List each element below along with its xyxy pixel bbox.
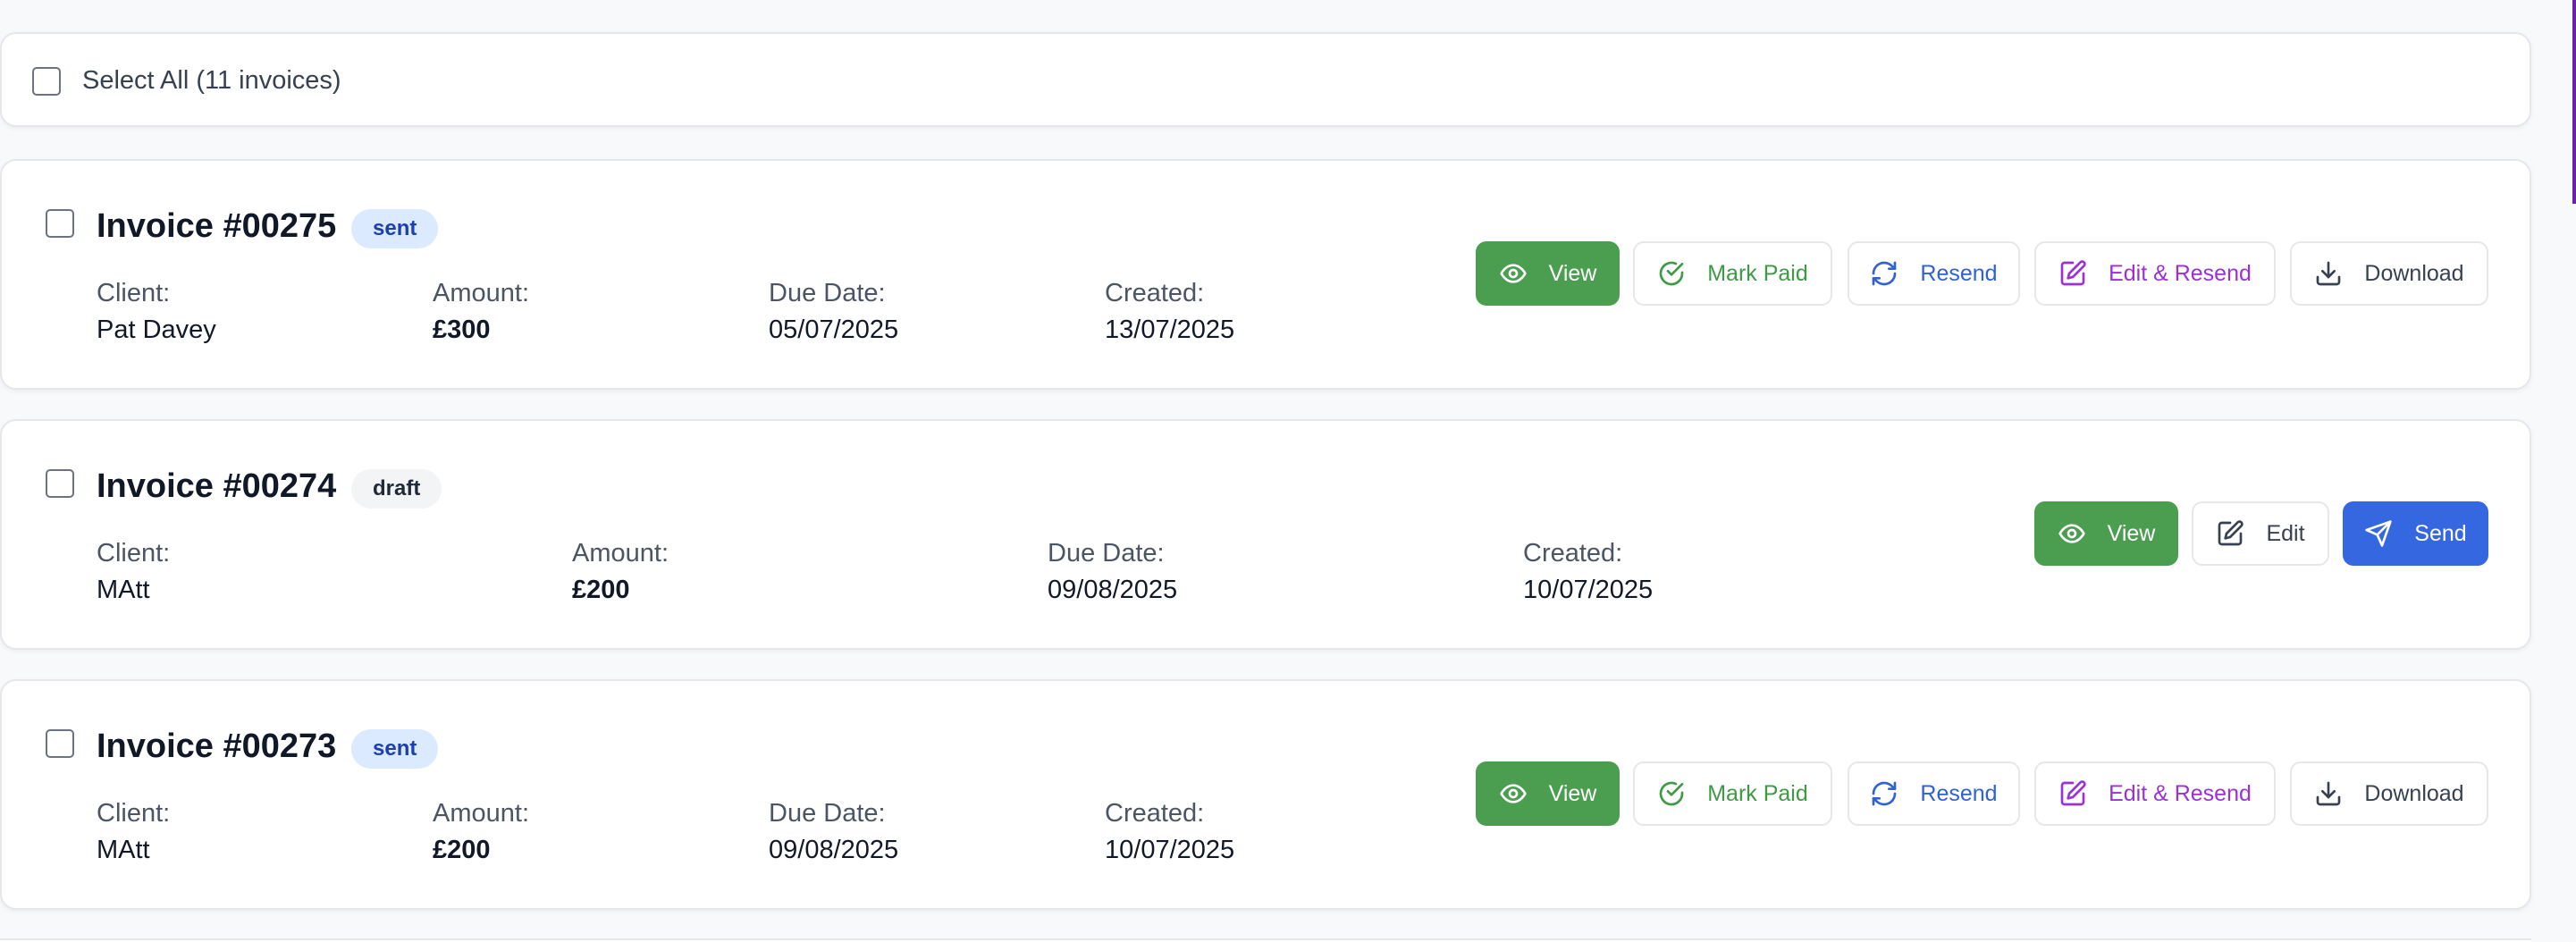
created-label: Created: — [1105, 279, 1205, 307]
send-label: Send — [2414, 520, 2467, 546]
mark-paid-button[interactable]: Mark Paid — [1633, 241, 1832, 306]
due-date-field: Due Date: 09/08/2025 — [769, 795, 898, 868]
edit-resend-label: Edit & Resend — [2109, 780, 2252, 806]
view-button[interactable]: View — [1476, 761, 1620, 826]
view-label: View — [1548, 260, 1597, 286]
created-field: Created: 10/07/2025 — [1523, 535, 1653, 608]
amount-label: Amount: — [433, 279, 529, 307]
refresh-icon — [1873, 261, 1897, 286]
edit-button[interactable]: Edit — [2192, 501, 2329, 566]
refresh-icon — [1873, 781, 1897, 806]
edit-icon — [2218, 520, 2244, 546]
mark-paid-label: Mark Paid — [1707, 780, 1808, 806]
amount-value: £200 — [572, 576, 630, 604]
created-value: 10/07/2025 — [1523, 576, 1654, 604]
client-label: Client: — [97, 279, 171, 307]
edit-resend-button[interactable]: Edit & Resend — [2034, 761, 2276, 826]
due-date-field: Due Date: 09/08/2025 — [1048, 535, 1177, 608]
created-value: 13/07/2025 — [1105, 315, 1235, 344]
created-field: Created: 13/07/2025 — [1105, 275, 1234, 348]
resend-label: Resend — [1920, 260, 1998, 286]
invoice-card: Invoice #00273 sent Client: MAtt Amount:… — [0, 679, 2531, 910]
edit-resend-button[interactable]: Edit & Resend — [2034, 241, 2276, 306]
view-label: View — [1548, 780, 1597, 806]
due-date-label: Due Date: — [1048, 539, 1165, 568]
created-field: Created: 10/07/2025 — [1105, 795, 1234, 868]
edit-label: Edit — [2266, 520, 2305, 546]
view-button[interactable]: View — [1476, 241, 1620, 306]
created-label: Created: — [1105, 799, 1205, 828]
created-value: 10/07/2025 — [1105, 836, 1235, 864]
check-circle-icon — [1659, 261, 1684, 286]
amount-value: £200 — [433, 836, 491, 864]
amount-field: Amount: £200 — [433, 795, 529, 868]
invoice-checkbox[interactable] — [46, 469, 74, 498]
status-badge: sent — [351, 209, 439, 248]
check-circle-icon — [1659, 781, 1684, 806]
download-label: Download — [2364, 780, 2464, 806]
client-value: MAtt — [97, 836, 150, 864]
scrollbar-edge — [2572, 0, 2576, 204]
due-date-field: Due Date: 05/07/2025 — [769, 275, 898, 348]
select-all-label[interactable]: Select All (11 invoices) — [82, 66, 341, 96]
edit-icon — [2060, 260, 2086, 286]
client-label: Client: — [97, 539, 171, 568]
edit-icon — [2060, 780, 2086, 806]
resend-button[interactable]: Resend — [1848, 241, 2020, 306]
view-button[interactable]: View — [2034, 501, 2178, 566]
download-icon — [2317, 261, 2341, 286]
mark-paid-label: Mark Paid — [1707, 260, 1808, 286]
download-label: Download — [2364, 260, 2464, 286]
amount-label: Amount: — [433, 799, 529, 828]
due-date-label: Due Date: — [769, 799, 886, 828]
send-icon — [2365, 520, 2392, 547]
select-all-bar: Select All (11 invoices) — [0, 32, 2531, 127]
client-field: Client: MAtt — [97, 535, 170, 608]
status-badge: sent — [351, 729, 439, 769]
next-invoice-card-edge — [0, 938, 2531, 942]
send-button[interactable]: Send — [2343, 501, 2488, 566]
client-field: Client: MAtt — [97, 795, 170, 868]
view-label: View — [2107, 520, 2156, 546]
due-date-value: 05/07/2025 — [769, 315, 899, 344]
download-button[interactable]: Download — [2290, 761, 2488, 826]
amount-label: Amount: — [572, 539, 669, 568]
invoice-title: Invoice #00273 — [97, 728, 337, 765]
due-date-label: Due Date: — [769, 279, 886, 307]
resend-label: Resend — [1920, 780, 1998, 806]
client-value: Pat Davey — [97, 315, 216, 344]
eye-icon — [2058, 524, 2085, 543]
due-date-value: 09/08/2025 — [1048, 576, 1178, 604]
amount-field: Amount: £300 — [433, 275, 529, 348]
mark-paid-button[interactable]: Mark Paid — [1633, 761, 1832, 826]
edit-resend-label: Edit & Resend — [2109, 260, 2252, 286]
download-button[interactable]: Download — [2290, 241, 2488, 306]
due-date-value: 09/08/2025 — [769, 836, 899, 864]
amount-field: Amount: £200 — [572, 535, 669, 608]
invoice-title: Invoice #00275 — [97, 207, 337, 245]
eye-icon — [1499, 784, 1527, 803]
invoice-card: Invoice #00274 draft Client: MAtt Amount… — [0, 419, 2531, 650]
status-badge: draft — [351, 469, 442, 509]
invoice-card: Invoice #00275 sent Client: Pat Davey Am… — [0, 159, 2531, 390]
client-label: Client: — [97, 799, 171, 828]
created-label: Created: — [1523, 539, 1623, 568]
client-field: Client: Pat Davey — [97, 275, 216, 348]
select-all-checkbox[interactable] — [32, 67, 61, 96]
eye-icon — [1499, 264, 1527, 283]
download-icon — [2317, 781, 2341, 806]
invoice-checkbox[interactable] — [46, 729, 74, 758]
amount-value: £300 — [433, 315, 491, 344]
invoice-checkbox[interactable] — [46, 209, 74, 238]
invoice-title: Invoice #00274 — [97, 467, 337, 505]
resend-button[interactable]: Resend — [1848, 761, 2020, 826]
client-value: MAtt — [97, 576, 150, 604]
